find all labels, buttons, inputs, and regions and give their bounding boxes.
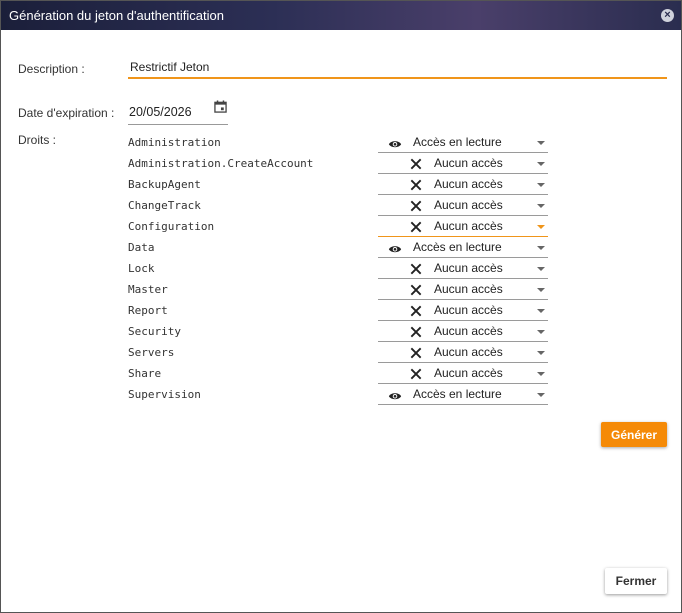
chevron-down-icon[interactable]: [537, 246, 545, 250]
permission-name: Master: [128, 283, 168, 296]
permission-value: Aucun accès: [434, 177, 503, 191]
permission-name: Configuration: [128, 220, 215, 233]
permission-select[interactable]: Aucun accès: [378, 321, 548, 342]
chevron-down-icon[interactable]: [537, 225, 545, 229]
permission-select[interactable]: Aucun accès: [378, 174, 548, 195]
permission-value: Accès en lecture: [413, 240, 502, 254]
permission-value: Accès en lecture: [413, 135, 502, 149]
x-icon: [409, 157, 423, 170]
x-icon: [409, 262, 423, 275]
permission-select[interactable]: Aucun accès: [378, 216, 548, 237]
permission-name: Servers: [128, 346, 175, 359]
chevron-down-icon[interactable]: [537, 267, 545, 271]
calendar-icon[interactable]: [214, 100, 227, 113]
close-icon[interactable]: ×: [661, 9, 674, 22]
x-icon: [409, 325, 423, 338]
chevron-down-icon[interactable]: [537, 204, 545, 208]
chevron-down-icon[interactable]: [537, 162, 545, 166]
permission-name: Security: [128, 325, 181, 338]
chevron-down-icon[interactable]: [537, 351, 545, 355]
permission-select[interactable]: Accès en lecture: [378, 384, 548, 405]
permission-value: Aucun accès: [434, 324, 503, 338]
permission-value: Aucun accès: [434, 345, 503, 359]
expiration-date-field[interactable]: 20/05/2026: [128, 98, 228, 125]
permission-value: Aucun accès: [434, 219, 503, 233]
expiration-date-value: 20/05/2026: [129, 105, 192, 119]
permission-name: Administration: [128, 136, 221, 149]
expiration-label: Date d'expiration :: [18, 106, 115, 120]
chevron-down-icon[interactable]: [537, 393, 545, 397]
permission-select[interactable]: Accès en lecture: [378, 132, 548, 153]
dialog-title: Génération du jeton d'authentification: [9, 8, 224, 23]
chevron-down-icon[interactable]: [537, 183, 545, 187]
permission-select[interactable]: Accès en lecture: [378, 237, 548, 258]
permission-value: Aucun accès: [434, 198, 503, 212]
x-icon: [409, 178, 423, 191]
permission-name: Share: [128, 367, 162, 380]
permission-name: Supervision: [128, 388, 201, 401]
permission-select[interactable]: Aucun accès: [378, 195, 548, 216]
permission-value: Accès en lecture: [413, 387, 502, 401]
permission-value: Aucun accès: [434, 261, 503, 275]
x-icon: [409, 199, 423, 212]
permission-select[interactable]: Aucun accès: [378, 342, 548, 363]
permission-name: ChangeTrack: [128, 199, 201, 212]
permission-value: Aucun accès: [434, 282, 503, 296]
permission-name: Administration.CreateAccount: [128, 157, 314, 170]
permission-name: Data: [128, 241, 155, 254]
permission-name: Report: [128, 304, 168, 317]
generate-button[interactable]: Générer: [601, 422, 667, 447]
chevron-down-icon[interactable]: [537, 372, 545, 376]
permission-select[interactable]: Aucun accès: [378, 279, 548, 300]
x-icon: [409, 283, 423, 296]
x-icon: [409, 220, 423, 233]
eye-icon: [388, 388, 402, 400]
eye-icon: [388, 241, 402, 253]
permission-name: BackupAgent: [128, 178, 201, 191]
chevron-down-icon[interactable]: [537, 141, 545, 145]
eye-icon: [388, 136, 402, 148]
token-dialog: Génération du jeton d'authentification ×…: [0, 0, 682, 613]
chevron-down-icon[interactable]: [537, 288, 545, 292]
x-icon: [409, 346, 423, 359]
description-label: Description :: [18, 62, 85, 76]
permission-value: Aucun accès: [434, 303, 503, 317]
x-icon: [409, 367, 423, 380]
permission-value: Aucun accès: [434, 366, 503, 380]
description-input[interactable]: [128, 57, 667, 79]
rights-label: Droits :: [18, 133, 57, 147]
permission-select[interactable]: Aucun accès: [378, 153, 548, 174]
permission-select[interactable]: Aucun accès: [378, 258, 548, 279]
close-button[interactable]: Fermer: [605, 568, 667, 594]
permission-name: Lock: [128, 262, 155, 275]
permission-value: Aucun accès: [434, 156, 503, 170]
x-icon: [409, 304, 423, 317]
chevron-down-icon[interactable]: [537, 309, 545, 313]
dialog-titlebar[interactable]: Génération du jeton d'authentification ×: [1, 1, 681, 30]
permission-select[interactable]: Aucun accès: [378, 300, 548, 321]
permission-select[interactable]: Aucun accès: [378, 363, 548, 384]
chevron-down-icon[interactable]: [537, 330, 545, 334]
